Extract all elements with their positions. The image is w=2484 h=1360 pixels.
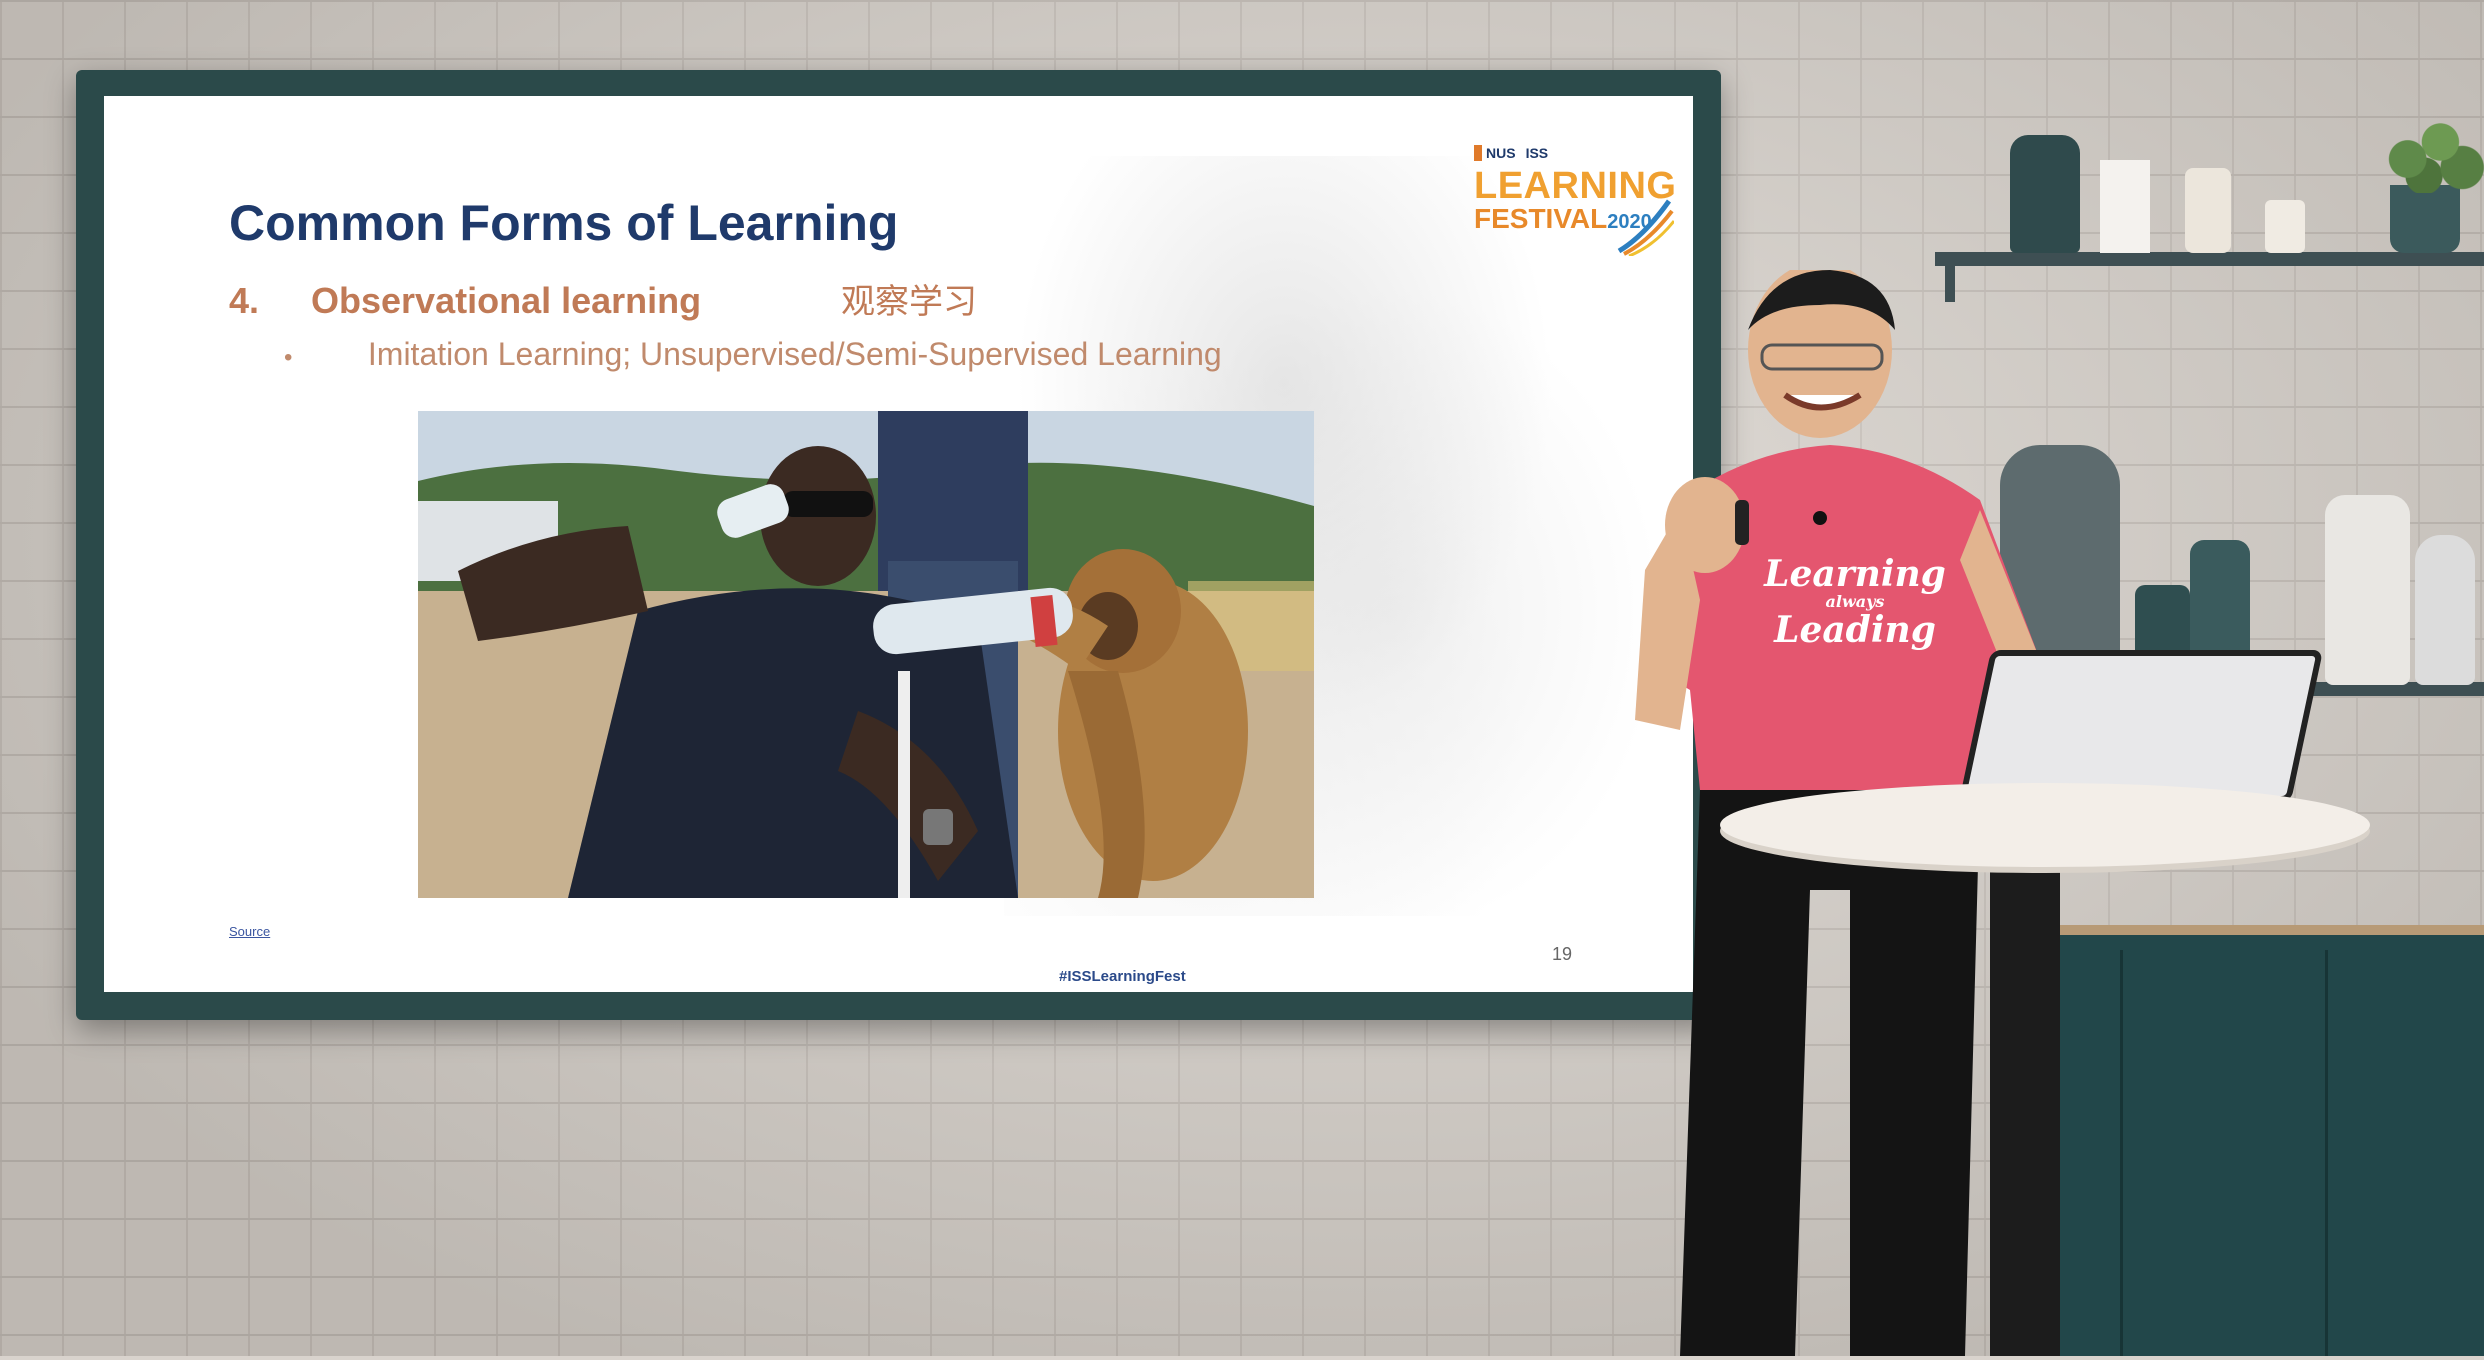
slim-vase — [2415, 535, 2475, 685]
learning-festival-logo: NUS ISS LEARNING FESTIVAL2020 — [1474, 138, 1676, 258]
man-and-monkey-drinking-photo — [418, 411, 1314, 898]
bullet: • — [284, 344, 293, 371]
sub-point-row: • Imitation Learning; Unsupervised/Semi-… — [284, 336, 1222, 373]
point-number: 4. — [229, 280, 260, 321]
point-chinese: 观察学习 — [841, 282, 978, 322]
logo-swoosh-icon — [1617, 199, 1674, 256]
sub-point-text: Imitation Learning; Unsupervised/Semi-Su… — [367, 336, 1222, 372]
point-label: Observational learning — [311, 280, 702, 321]
slide-title: Common Forms of Learning — [229, 195, 899, 251]
point-row: 4. Observational learning 观察学习 — [229, 274, 977, 323]
cabinet-door-line — [2325, 950, 2328, 1356]
table-leg — [1990, 860, 2060, 1356]
source-link[interactable]: Source — [229, 924, 270, 939]
iss-logo: ISS — [1525, 145, 1549, 161]
cream-vase — [2185, 168, 2231, 253]
shirt-line-3: Leading — [1774, 609, 1936, 651]
dark-vase — [2010, 135, 2080, 253]
nus-logo: NUS — [1474, 145, 1516, 161]
plant-leaves — [2375, 108, 2484, 193]
wall-shelf — [1935, 252, 2484, 266]
shirt-print: Learning always Leading — [1760, 555, 1950, 649]
logo-festival-word: FESTIVAL — [1474, 203, 1608, 234]
tablet — [1958, 650, 2324, 802]
slide: Common Forms of Learning 4. Observationa… — [104, 96, 1693, 992]
presentation-screen: Common Forms of Learning 4. Observationa… — [76, 70, 1721, 1020]
plant-pot — [2390, 185, 2460, 253]
tall-white-vase — [2325, 495, 2410, 685]
round-table-top — [1720, 783, 2370, 867]
page-number: 19 — [1552, 944, 1573, 964]
source-line: Source — [229, 924, 276, 939]
white-vase — [2100, 160, 2150, 253]
logo-header: NUS ISS — [1474, 138, 1674, 168]
small-vase — [2265, 200, 2305, 253]
event-hashtag: #ISSLearningFest — [1059, 968, 1186, 985]
shirt-line-1: Learning — [1764, 553, 1946, 595]
